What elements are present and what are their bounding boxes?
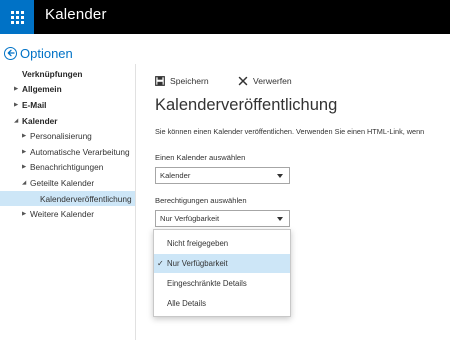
calendar-select-label: Einen Kalender auswählen <box>155 153 246 162</box>
option-availability-only[interactable]: ✓ Nur Verfügbarkeit <box>154 254 290 273</box>
sidebar-item-notifications[interactable]: ▶ Benachrichtigungen <box>22 162 103 172</box>
calendar-select-value: Kalender <box>160 171 191 180</box>
calendar-select[interactable]: Kalender <box>155 167 290 184</box>
permissions-dropdown: Nicht freigegeben ✓ Nur Verfügbarkeit Ei… <box>153 229 291 317</box>
sidebar-item-label: Automatische Verarbeitung <box>30 147 130 157</box>
sidebar-item-calendar[interactable]: ◢ Kalender <box>14 116 58 126</box>
top-bar: Kalender <box>0 0 450 34</box>
option-label: Alle Details <box>167 299 206 308</box>
chevron-down-icon <box>277 216 283 221</box>
save-label: Speichern <box>170 76 209 86</box>
permissions-select-label: Berechtigungen auswählen <box>155 196 247 205</box>
sidebar-item-label: Verknüpfungen <box>22 69 83 79</box>
options-title: Optionen <box>20 45 73 61</box>
close-icon <box>238 76 248 86</box>
app-launcher-button[interactable] <box>0 0 34 34</box>
sidebar-item-general[interactable]: ▶ Allgemein <box>14 84 62 94</box>
sidebar-item-mail[interactable]: ▶ E-Mail <box>14 100 46 110</box>
option-limited-details[interactable]: Eingeschränkte Details <box>154 274 290 293</box>
caret-right-icon: ▶ <box>22 164 27 170</box>
caret-right-icon: ▶ <box>14 102 19 108</box>
sidebar-item-shared-calendars[interactable]: ◢ Geteilte Kalender <box>22 178 94 188</box>
save-button[interactable]: Speichern <box>155 74 209 88</box>
permissions-select[interactable]: Nur Verfügbarkeit <box>155 210 290 227</box>
sidebar-item-label: E-Mail <box>22 100 47 110</box>
options-back-button[interactable]: Optionen <box>4 44 73 62</box>
sidebar-item-label: Kalenderveröffentlichung <box>40 194 132 204</box>
sidebar-item-personalization[interactable]: ▶ Personalisierung <box>22 131 92 141</box>
sidebar-item-calendar-publishing[interactable]: Kalenderveröffentlichung <box>40 194 132 204</box>
caret-right-icon: ▶ <box>14 86 19 92</box>
caret-right-icon: ▶ <box>22 211 27 217</box>
sidebar-item-more-calendars[interactable]: ▶ Weitere Kalender <box>22 209 94 219</box>
sidebar-item-label: Benachrichtigungen <box>30 162 104 172</box>
page-description: Sie können einen Kalender veröffentliche… <box>155 127 425 136</box>
sidebar-item-automatic-processing[interactable]: ▶ Automatische Verarbeitung <box>22 147 130 157</box>
option-not-shared[interactable]: Nicht freigegeben <box>154 234 290 253</box>
option-label: Eingeschränkte Details <box>167 279 247 288</box>
back-arrow-icon <box>4 46 17 60</box>
sidebar-item-label: Personalisierung <box>30 131 92 141</box>
caret-expanded-icon: ◢ <box>14 118 19 124</box>
sidebar-item-shortcuts[interactable]: Verknüpfungen <box>22 69 82 79</box>
option-label: Nicht freigegeben <box>167 239 229 248</box>
discard-button[interactable]: Verwerfen <box>238 74 292 88</box>
caret-expanded-icon: ◢ <box>22 180 27 186</box>
permissions-select-value: Nur Verfügbarkeit <box>160 214 220 223</box>
caret-right-icon: ▶ <box>22 133 27 139</box>
discard-label: Verwerfen <box>253 76 292 86</box>
sidebar-item-label: Allgemein <box>22 84 62 94</box>
option-label: Nur Verfügbarkeit <box>167 259 228 268</box>
sidebar-item-label: Kalender <box>22 116 58 126</box>
option-full-details[interactable]: Alle Details <box>154 294 290 313</box>
page-title: Kalenderveröffentlichung <box>155 96 338 114</box>
waffle-icon <box>10 10 24 24</box>
app-title: Kalender <box>45 6 107 23</box>
options-sidebar: Verknüpfungen ▶ Allgemein ▶ E-Mail ◢ Kal… <box>0 64 136 340</box>
sidebar-item-label: Weitere Kalender <box>30 209 94 219</box>
caret-right-icon: ▶ <box>22 149 27 155</box>
save-icon <box>155 76 165 86</box>
checkmark-icon: ✓ <box>157 259 164 268</box>
sidebar-item-label: Geteilte Kalender <box>30 178 95 188</box>
chevron-down-icon <box>277 173 283 178</box>
